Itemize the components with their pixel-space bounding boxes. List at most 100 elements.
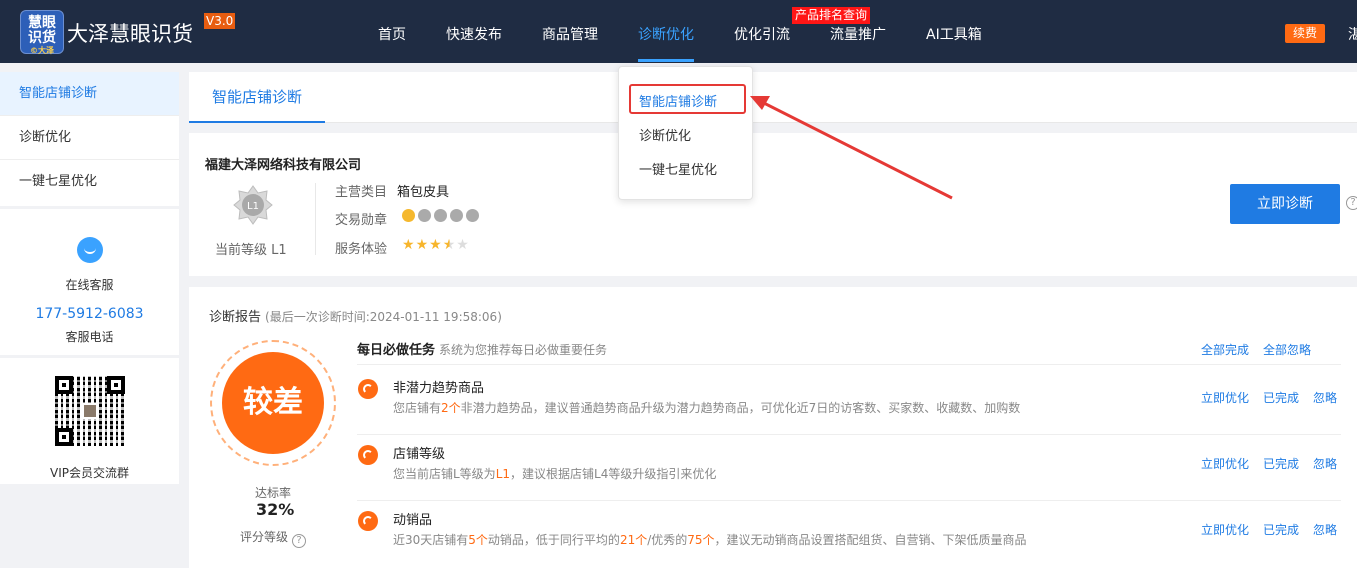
mark-done-link[interactable]: 已完成 xyxy=(1263,523,1299,537)
report-time: (最后一次诊断时间:2024-01-11 19:58:06) xyxy=(265,310,502,324)
diagnose-dropdown-menu: 智能店铺诊断 诊断优化 一键七星优化 xyxy=(618,66,753,200)
speedometer-icon xyxy=(358,445,378,465)
logo-line1: 慧眼 xyxy=(28,15,56,31)
task-desc: 您当前店铺L等级为L1，建议根据店铺L4等级升级指引来优化 xyxy=(393,467,717,481)
report-title: 诊断报告 xyxy=(209,310,262,325)
sidebar-item-smart-diagnose[interactable]: 智能店铺诊断 xyxy=(0,72,179,116)
nav-quick-publish[interactable]: 快速发布 xyxy=(446,24,502,44)
optimize-now-link[interactable]: 立即优化 xyxy=(1201,523,1249,537)
rate-label: 达标率 xyxy=(255,486,292,500)
dropdown-item-diagnose-optimize[interactable]: 诊断优化 xyxy=(639,125,691,144)
task-desc: 您店铺有2个非潜力趋势品，建议普通趋势商品升级为潜力趋势商品，可优化近7日的访客… xyxy=(393,401,1021,415)
star-icon: ★ xyxy=(456,237,470,253)
renew-button[interactable]: 续费 xyxy=(1285,24,1325,43)
sidebar-item-diagnose-optimize[interactable]: 诊断优化 xyxy=(0,116,179,160)
complete-all-link[interactable]: 全部完成 xyxy=(1201,343,1249,357)
customer-service-icon[interactable] xyxy=(76,237,103,263)
sidebar-item-seven-star[interactable]: 一键七星优化 xyxy=(0,160,179,204)
daily-task-sub: 系统为您推荐每日必做重要任务 xyxy=(439,343,608,357)
divider xyxy=(315,183,316,255)
daily-task-header: 每日必做任务 系统为您推荐每日必做重要任务 全部完成 全部忽略 xyxy=(357,339,1341,365)
daily-task-title: 每日必做任务 xyxy=(357,343,436,358)
version-badge: V3.0 xyxy=(204,13,236,29)
speedometer-icon xyxy=(358,379,378,399)
star-icon: ★ xyxy=(415,237,430,253)
nav-ai-toolbox[interactable]: AI工具箱 xyxy=(926,24,982,44)
dropdown-item-seven-star[interactable]: 一键七星优化 xyxy=(639,159,717,178)
task-desc: 近30天店铺有5个动销品，低于同行平均的21个/优秀的75个，建议无动销商品设置… xyxy=(393,533,1027,547)
speedometer-icon xyxy=(358,511,378,531)
task-actions: 立即优化 已完成 忽略 xyxy=(1201,521,1351,538)
mark-done-link[interactable]: 已完成 xyxy=(1263,391,1299,405)
medal-icon xyxy=(418,209,431,222)
daily-task-title-row: 每日必做任务 系统为您推荐每日必做重要任务 xyxy=(357,339,607,358)
score-badge: 较差 xyxy=(222,352,324,454)
current-level: 当前等级 L1 xyxy=(215,243,287,258)
medal-icon xyxy=(402,209,415,222)
company-name: 福建大泽网络科技有限公司 xyxy=(205,158,362,173)
service-row: 服务体验 xyxy=(335,238,387,257)
ignore-link[interactable]: 忽略 xyxy=(1313,523,1337,537)
optimize-now-link[interactable]: 立即优化 xyxy=(1201,391,1249,405)
task-item: 非潜力趋势商品 您店铺有2个非潜力趋势品，建议普通趋势商品升级为潜力趋势商品，可… xyxy=(357,369,1341,435)
optimize-now-link[interactable]: 立即优化 xyxy=(1201,457,1249,471)
medal-icon xyxy=(450,209,463,222)
star-icon: ★ xyxy=(402,237,416,253)
nav-diagnose-optimize[interactable]: 诊断优化 xyxy=(638,24,694,44)
mark-done-link[interactable]: 已完成 xyxy=(1263,457,1299,471)
task-title: 非潜力趋势商品 xyxy=(393,381,485,396)
category-row: 主营类目 箱包皮具 xyxy=(335,181,449,200)
diagnosis-report: 诊断报告 (最后一次诊断时间:2024-01-11 19:58:06) 较差 达标… xyxy=(189,287,1357,568)
ignore-link[interactable]: 忽略 xyxy=(1313,457,1337,471)
customer-service-panel: 在线客服 177-5912-6083 客服电话 xyxy=(0,209,179,355)
ignore-all-link[interactable]: 全部忽略 xyxy=(1263,343,1311,357)
task-actions: 立即优化 已完成 忽略 xyxy=(1201,455,1351,472)
grade-label-row: 评分等级? xyxy=(240,528,307,548)
tab-smart-diagnose[interactable]: 智能店铺诊断 xyxy=(189,72,325,123)
nav-home[interactable]: 首页 xyxy=(378,24,406,44)
top-bar: 慧眼 识货 ©大泽 大泽慧眼识货 V3.0 首页 快速发布 商品管理 诊断优化 … xyxy=(0,0,1357,63)
rank-query-badge[interactable]: 产品排名查询 xyxy=(792,7,871,24)
app-logo[interactable]: 慧眼 识货 ©大泽 xyxy=(20,10,64,55)
service-exp-label: 服务体验 xyxy=(335,242,388,257)
task-item: 店铺等级 您当前店铺L等级为L1，建议根据店铺L4等级升级指引来优化 立即优化已… xyxy=(357,435,1341,501)
level-medal-icon: L1 xyxy=(233,185,273,225)
nav-traffic-promotion[interactable]: 流量推广 xyxy=(830,24,886,44)
logo-line2: 识货 xyxy=(28,30,56,46)
service-phone-label: 客服电话 xyxy=(65,330,114,344)
nav-optimize-traffic[interactable]: 优化引流 xyxy=(734,24,790,44)
report-title-row: 诊断报告 (最后一次诊断时间:2024-01-11 19:58:06) xyxy=(209,306,502,325)
category-value: 箱包皮具 xyxy=(397,185,450,200)
rate-value: 32% xyxy=(256,500,295,519)
medal-label: 交易勋章 xyxy=(335,213,388,228)
grade-label: 评分等级 xyxy=(240,530,289,544)
dropdown-item-smart-diagnose[interactable]: 智能店铺诊断 xyxy=(639,91,717,110)
help-icon[interactable]: ? xyxy=(292,534,307,548)
medal-row: 交易勋章 xyxy=(335,209,387,228)
medal-icon xyxy=(466,209,479,222)
service-label[interactable]: 在线客服 xyxy=(0,276,179,293)
task-title: 店铺等级 xyxy=(393,447,446,462)
trade-medals xyxy=(402,208,482,224)
level-medal-text: L1 xyxy=(247,201,259,212)
score-ring: 较差 xyxy=(210,340,336,466)
half-star-icon: ★ xyxy=(442,237,457,253)
sidebar-menu: 智能店铺诊断 诊断优化 一键七星优化 xyxy=(0,72,179,206)
help-icon[interactable]: ? xyxy=(1346,196,1357,210)
nav-product-manage[interactable]: 商品管理 xyxy=(542,24,598,44)
nav-active-indicator xyxy=(638,59,694,62)
qr-code-image xyxy=(54,376,125,446)
top-right-text[interactable]: 湛 xyxy=(1348,24,1357,44)
ignore-link[interactable]: 忽略 xyxy=(1313,391,1337,405)
daily-task-actions: 全部完成 全部忽略 xyxy=(1201,341,1325,358)
diagnose-now-button[interactable]: 立即诊断 xyxy=(1230,184,1340,224)
app-name: 大泽慧眼识货 xyxy=(67,22,193,46)
service-rating: ★★★★★ xyxy=(402,237,470,253)
medal-icon xyxy=(434,209,447,222)
service-phone: 177-5912-6083 xyxy=(35,306,144,322)
task-item: 动销品 近30天店铺有5个动销品，低于同行平均的21个/优秀的75个，建议无动销… xyxy=(357,501,1341,567)
annotation-arrow-icon xyxy=(750,96,953,200)
vip-group-panel: VIP会员交流群 xyxy=(0,358,179,484)
logo-sub: ©大泽 xyxy=(30,46,54,55)
star-icon: ★ xyxy=(429,237,443,253)
